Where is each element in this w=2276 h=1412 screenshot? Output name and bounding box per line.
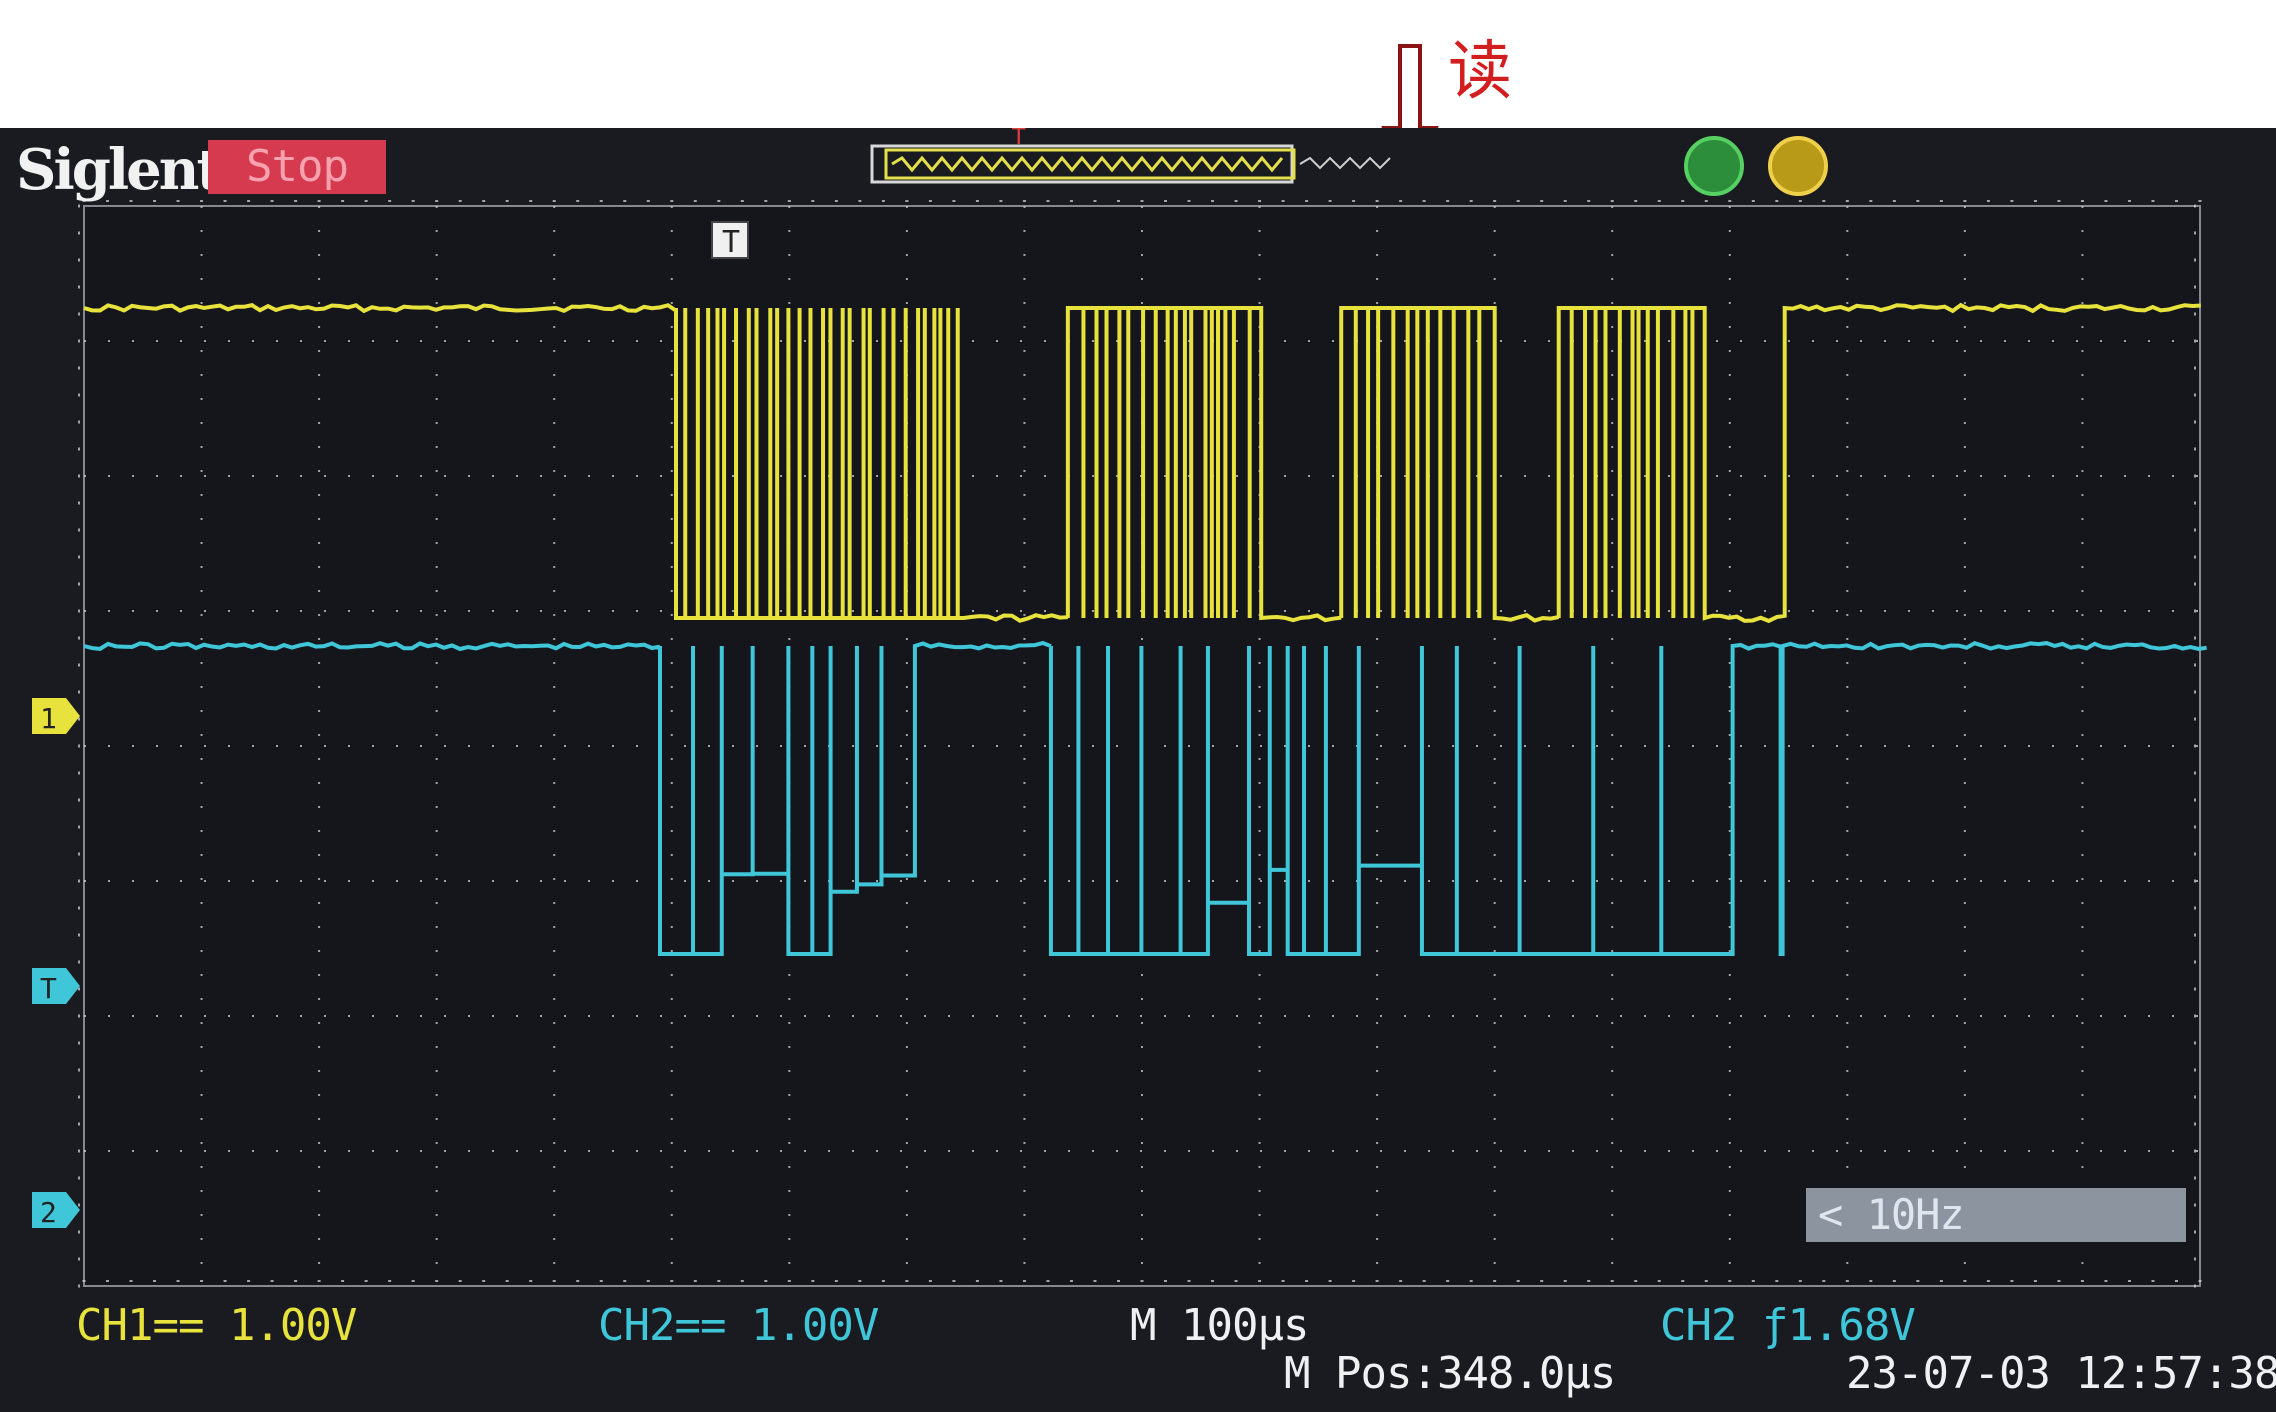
trigger-readout: CH2 ƒ1.68V <box>1660 1300 1916 1351</box>
annotation-label: 读 <box>1448 35 1512 109</box>
position-readout: M Pos:348.0μs <box>1284 1348 1616 1399</box>
ch2-scale: CH2== 1.00V <box>598 1300 879 1351</box>
brand-logo: Siglent <box>16 137 222 203</box>
trigger-position-marker: T <box>711 221 749 260</box>
lock-icon <box>1684 136 1744 196</box>
ch1-scale: CH1== 1.00V <box>76 1300 357 1351</box>
settings-icon <box>1768 136 1828 196</box>
svg-text:1: 1 <box>40 702 57 735</box>
timebase-readout: M 100μs <box>1130 1300 1309 1351</box>
run-state-badge: Stop <box>208 140 386 194</box>
svg-text:T: T <box>722 225 740 260</box>
svg-text:2: 2 <box>40 1196 57 1229</box>
svg-text:T: T <box>40 972 57 1005</box>
svg-text:T: T <box>1011 128 1026 150</box>
oscilloscope-screen: T T 1 T 2 Siglent Stop < 10Hz CH1== 1.00… <box>0 128 2276 1412</box>
datetime-readout: 23-07-03 12:57:38 <box>1846 1348 2276 1399</box>
frequency-readout: < 10Hz <box>1806 1188 2186 1242</box>
